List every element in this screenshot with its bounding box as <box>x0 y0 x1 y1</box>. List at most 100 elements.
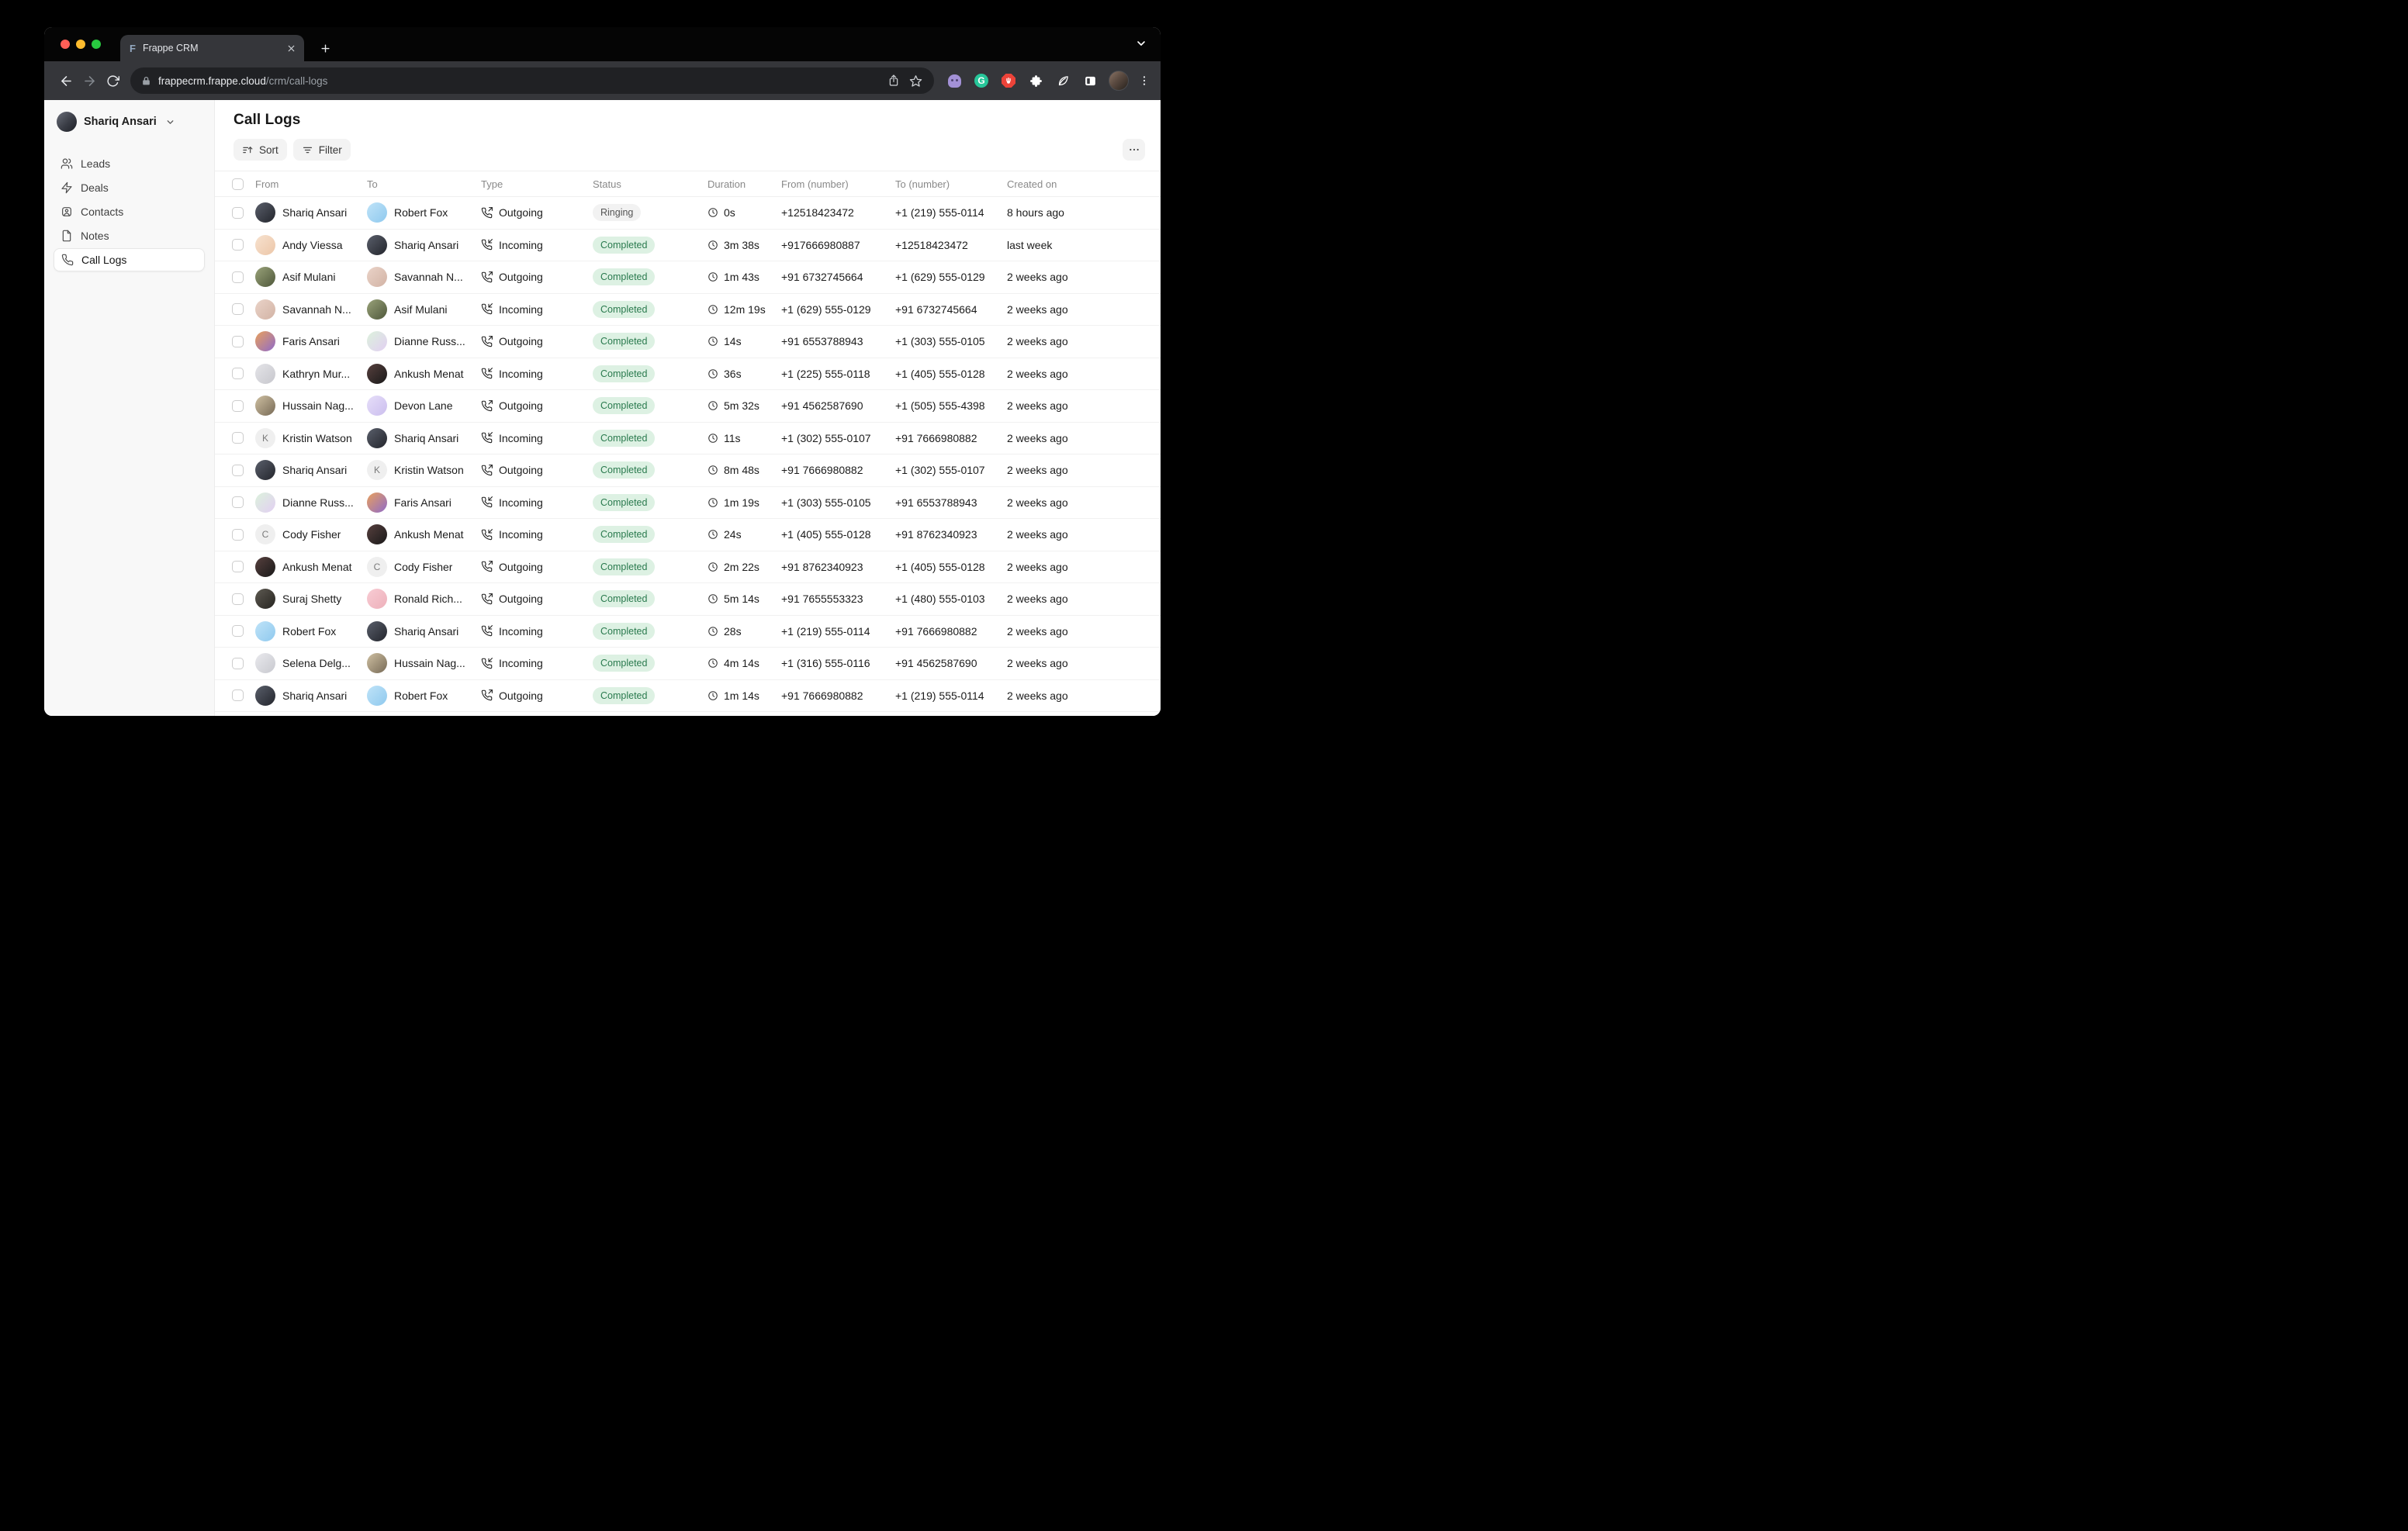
window-minimize-button[interactable] <box>76 40 85 49</box>
adblock-extension-icon[interactable] <box>1001 73 1016 88</box>
from-number: +91 7666980882 <box>781 689 895 702</box>
table-row[interactable]: Shariq Ansari Robert Fox Outgoing Ringin… <box>215 197 1161 230</box>
from-avatar <box>255 653 275 673</box>
status-badge: Completed <box>593 526 655 543</box>
table-row[interactable]: Andy Viessa Shariq Ansari Incoming Compl… <box>215 230 1161 262</box>
to-avatar <box>367 621 387 641</box>
filter-button[interactable]: Filter <box>293 139 351 161</box>
to-number: +12518423472 <box>895 239 1007 251</box>
table-row[interactable]: CCody Fisher Ankush Menat Incoming Compl… <box>215 519 1161 551</box>
phone-outgoing-icon <box>481 271 493 283</box>
select-all-checkbox[interactable] <box>232 178 244 190</box>
duration-label: 28s <box>724 625 742 638</box>
user-avatar <box>57 112 77 132</box>
table-row[interactable]: Robert Fox Shariq Ansari Incoming Comple… <box>215 616 1161 648</box>
created-on: 2 weeks ago <box>1007 335 1145 347</box>
row-checkbox[interactable] <box>232 368 244 379</box>
sidebar-panel-icon[interactable] <box>1082 73 1098 88</box>
grammarly-extension-icon[interactable]: G <box>974 73 989 88</box>
from-number: +917666980887 <box>781 239 895 251</box>
table-row[interactable]: Dianne Russ... Faris Ansari Incoming Com… <box>215 487 1161 520</box>
to-name: Asif Mulani <box>394 303 447 316</box>
to-avatar <box>367 686 387 706</box>
row-checkbox[interactable] <box>232 689 244 701</box>
share-icon[interactable] <box>883 70 905 92</box>
table-row[interactable] <box>215 712 1161 716</box>
call-type-label: Incoming <box>499 432 543 444</box>
sidebar-item-call-logs[interactable]: Call Logs <box>54 248 205 271</box>
row-checkbox[interactable] <box>232 593 244 605</box>
clock-icon <box>708 465 718 475</box>
table-row[interactable]: Kathryn Mur... Ankush Menat Incoming Com… <box>215 358 1161 391</box>
to-name: Robert Fox <box>394 689 448 702</box>
sidebar-item-label: Notes <box>81 230 109 242</box>
tabstrip-chevron-down-icon[interactable] <box>1135 37 1147 50</box>
call-type-label: Incoming <box>499 625 543 638</box>
table-row[interactable]: Faris Ansari Dianne Russ... Outgoing Com… <box>215 326 1161 358</box>
filter-icon <box>302 144 313 156</box>
from-number: +1 (302) 555-0107 <box>781 432 895 444</box>
table-row[interactable]: Shariq Ansari KKristin Watson Outgoing C… <box>215 454 1161 487</box>
table-row[interactable]: Hussain Nag... Devon Lane Outgoing Compl… <box>215 390 1161 423</box>
row-checkbox[interactable] <box>232 400 244 412</box>
from-name: Dianne Russ... <box>282 496 354 509</box>
octopus-extension-icon[interactable] <box>946 73 962 88</box>
new-tab-button[interactable] <box>314 37 336 59</box>
created-on: 2 weeks ago <box>1007 561 1145 573</box>
sort-button[interactable]: Sort <box>234 139 287 161</box>
reload-icon[interactable] <box>101 69 124 92</box>
table-row[interactable]: Shariq Ansari Robert Fox Outgoing Comple… <box>215 680 1161 713</box>
table-row[interactable]: KKristin Watson Shariq Ansari Incoming C… <box>215 423 1161 455</box>
browser-menu-icon[interactable] <box>1138 74 1150 87</box>
row-checkbox[interactable] <box>232 561 244 572</box>
clock-icon <box>708 271 718 282</box>
row-checkbox[interactable] <box>232 336 244 347</box>
row-checkbox[interactable] <box>232 465 244 476</box>
url-bar[interactable]: frappecrm.frappe.cloud/crm/call-logs <box>130 67 934 94</box>
browser-tab[interactable]: F Frappe CRM <box>120 35 304 61</box>
sidebar-item-deals[interactable]: Deals <box>54 176 205 199</box>
from-avatar: C <box>255 524 275 544</box>
duration-label: 36s <box>724 368 742 380</box>
table-row[interactable]: Suraj Shetty Ronald Rich... Outgoing Com… <box>215 583 1161 616</box>
clock-icon <box>708 658 718 669</box>
more-options-button[interactable] <box>1123 139 1145 161</box>
row-checkbox[interactable] <box>232 625 244 637</box>
status-badge: Completed <box>593 397 655 414</box>
call-type-label: Incoming <box>499 239 543 251</box>
status-badge: Completed <box>593 268 655 285</box>
call-type-label: Outgoing <box>499 271 543 283</box>
sidebar-item-notes[interactable]: Notes <box>54 224 205 247</box>
window-zoom-button[interactable] <box>92 40 101 49</box>
tab-close-icon[interactable] <box>286 43 296 54</box>
table-row[interactable]: Selena Delg... Hussain Nag... Incoming C… <box>215 648 1161 680</box>
puzzle-extensions-icon[interactable] <box>1028 73 1043 88</box>
sidebar-item-contacts[interactable]: Contacts <box>54 200 205 223</box>
table-row[interactable]: Savannah N... Asif Mulani Incoming Compl… <box>215 294 1161 327</box>
row-checkbox[interactable] <box>232 207 244 219</box>
status-badge: Completed <box>593 365 655 382</box>
from-name: Shariq Ansari <box>282 464 347 476</box>
user-dropdown[interactable]: Shariq Ansari <box>54 110 205 133</box>
table-row[interactable]: Asif Mulani Savannah N... Outgoing Compl… <box>215 261 1161 294</box>
duration-label: 4m 14s <box>724 657 759 669</box>
row-checkbox[interactable] <box>232 529 244 541</box>
row-checkbox[interactable] <box>232 496 244 508</box>
forward-icon[interactable] <box>78 69 101 92</box>
table-row[interactable]: Ankush Menat CCody Fisher Outgoing Compl… <box>215 551 1161 584</box>
bookmark-star-icon[interactable] <box>905 70 926 92</box>
row-checkbox[interactable] <box>232 271 244 283</box>
window-close-button[interactable] <box>61 40 70 49</box>
to-avatar <box>367 299 387 320</box>
row-checkbox[interactable] <box>232 239 244 251</box>
sidebar-item-leads[interactable]: Leads <box>54 152 205 175</box>
row-checkbox[interactable] <box>232 658 244 669</box>
phone-outgoing-icon <box>481 336 493 347</box>
row-checkbox[interactable] <box>232 303 244 315</box>
leaf-extension-icon[interactable] <box>1055 73 1071 88</box>
browser-profile-avatar[interactable] <box>1109 71 1129 91</box>
row-checkbox[interactable] <box>232 432 244 444</box>
from-number: +91 6732745664 <box>781 271 895 283</box>
back-icon[interactable] <box>54 69 78 92</box>
created-on: 2 weeks ago <box>1007 496 1145 509</box>
